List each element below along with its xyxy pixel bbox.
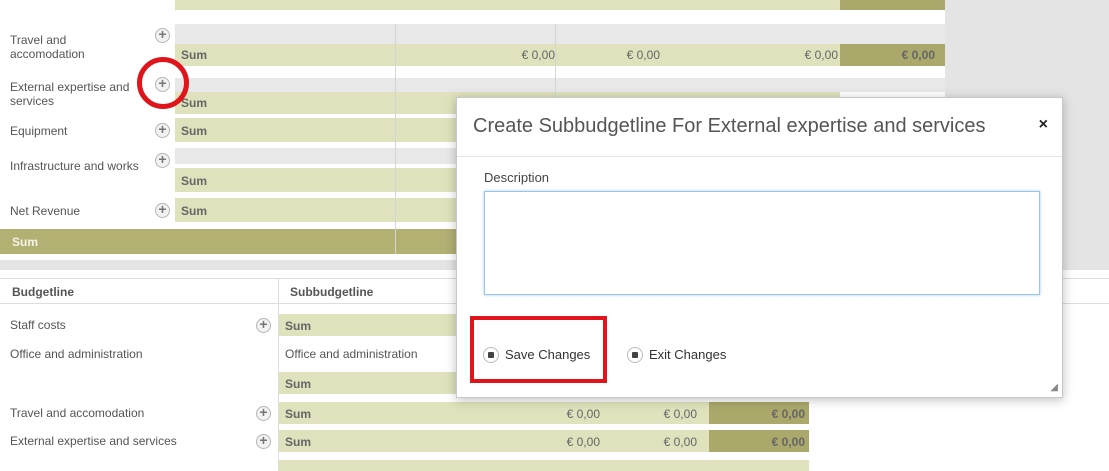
row-external-subhead (175, 78, 945, 92)
bottom-label-external: External expertise and services (10, 434, 177, 448)
row-netrev-sum: Sum (181, 204, 208, 218)
row-label-equipment: Equipment (10, 124, 68, 138)
row-travel-v4: € 0,00 (901, 48, 935, 62)
bottom-external-v1: € 0,00 (566, 435, 600, 449)
bottom-sum-travel: Sum (285, 407, 312, 421)
bottom-sum-staff: Sum (285, 319, 312, 333)
row-label-infra: Infrastructure and works (10, 159, 139, 173)
highlight-circle (137, 57, 189, 109)
add-subbudgetline-bottom-travel-icon[interactable] (256, 404, 271, 421)
row-infra-sum: Sum (181, 174, 208, 188)
row-travel-v2: € 0,00 (626, 48, 660, 62)
row-travel-sum: Sum (181, 48, 208, 62)
grid-line (395, 24, 396, 254)
bottom-travel-v3: € 0,00 (771, 407, 805, 421)
row-travel-subhead (175, 24, 945, 44)
close-icon[interactable]: × (1039, 116, 1048, 134)
top-clipped-total (840, 0, 945, 10)
row-label-netrev: Net Revenue (10, 204, 81, 218)
add-subbudgetline-staff-icon[interactable] (256, 316, 271, 333)
bottom-clipped-row (279, 460, 809, 471)
description-input[interactable] (484, 191, 1040, 295)
description-label: Description (484, 170, 550, 185)
bottom-sum-external: Sum (285, 435, 312, 449)
bottom-label-office: Office and administration (10, 347, 143, 361)
add-subbudgetline-equipment-icon[interactable] (155, 121, 170, 138)
header-subbudgetline: Subbudgetline (290, 285, 374, 299)
row-equipment-sum: Sum (181, 124, 208, 138)
bottom-label-staff: Staff costs (10, 318, 66, 332)
top-clipped-row (175, 0, 840, 10)
add-subbudgetline-bottom-external-icon[interactable] (256, 432, 271, 449)
add-subbudgetline-infra-icon[interactable] (155, 151, 170, 168)
exit-changes-label: Exit Changes (649, 347, 727, 362)
row-travel-v3: € 0,00 (804, 48, 838, 62)
exit-icon (627, 347, 643, 363)
highlight-rectangle (470, 316, 607, 383)
add-subbudgetline-travel-icon[interactable] (155, 26, 170, 43)
row-external-sum: Sum (181, 96, 208, 110)
top-total-label: Sum (12, 235, 39, 249)
row-label-external: External expertise and services (10, 80, 130, 108)
row-label-travel: Travel and accomodation (10, 33, 85, 61)
bottom-travel-v2: € 0,00 (663, 407, 697, 421)
row-travel-v1: € 0,00 (521, 48, 555, 62)
bottom-label-travel: Travel and accomodation (10, 406, 145, 420)
header-budgetline: Budgetline (12, 285, 74, 299)
modal-divider (457, 156, 1062, 157)
modal-title: Create Subbudgetline For External expert… (473, 115, 986, 137)
bottom-external-v2: € 0,00 (663, 435, 697, 449)
bottom-travel-v1: € 0,00 (566, 407, 600, 421)
bottom-sub-office: Office and administration (285, 347, 418, 361)
bottom-sum-office: Sum (285, 377, 312, 391)
exit-changes-button[interactable]: Exit Changes (627, 344, 747, 366)
bottom-external-v3: € 0,00 (771, 435, 805, 449)
resize-handle-icon[interactable]: ◢ (1050, 382, 1058, 393)
add-subbudgetline-netrev-icon[interactable] (155, 201, 170, 218)
